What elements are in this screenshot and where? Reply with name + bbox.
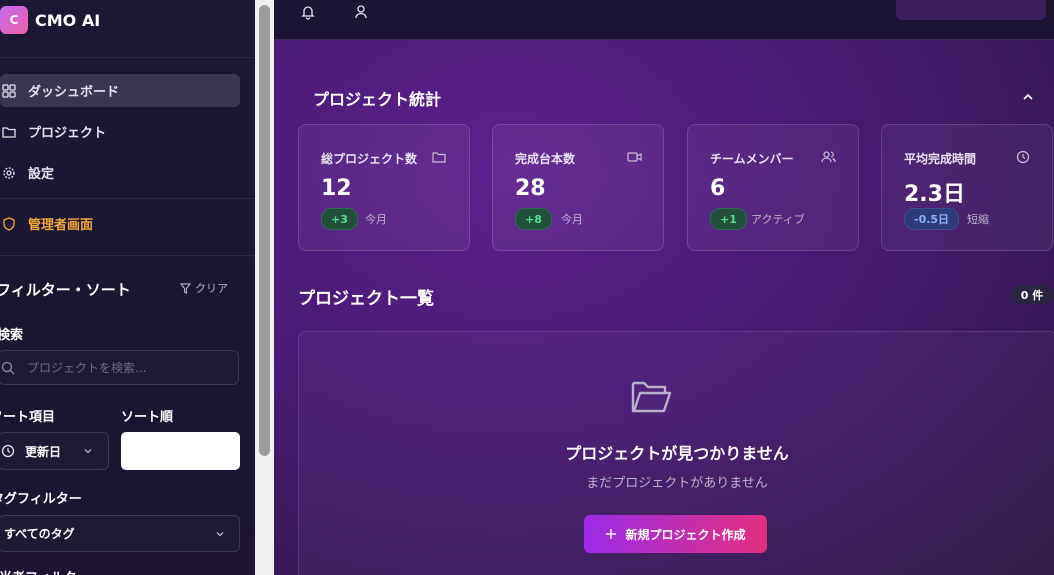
search-placeholder: プロジェクトを検索... — [27, 361, 147, 375]
stat-card-team-members: チームメンバー 6 +1 アクティブ — [687, 124, 859, 251]
stat-sub: 今月 — [365, 213, 387, 226]
scrollbar-thumb[interactable] — [259, 5, 270, 456]
stat-card-completed-scripts: 完成台本数 28 +8 今月 — [492, 124, 664, 251]
nav-label: ダッシュボード — [28, 85, 120, 100]
user-icon[interactable] — [354, 4, 368, 20]
stat-title: チームメンバー — [710, 152, 794, 166]
bell-icon[interactable] — [301, 4, 315, 20]
clock-icon — [1, 444, 15, 458]
stat-value: 6 — [710, 176, 726, 201]
divider — [0, 255, 255, 256]
chevron-down-icon — [84, 449, 92, 454]
new-project-button[interactable]: 新規プロジェクト作成 — [584, 515, 767, 553]
search-icon — [1, 361, 15, 374]
sidebar: C CMO AI ダッシュボード プロジェクト 設定 管理者画面 フィルター・ソ… — [0, 0, 255, 575]
folder-open-icon — [631, 381, 672, 413]
search-input[interactable]: プロジェクトを検索... — [0, 350, 239, 385]
stats-title: プロジェクト統計 — [313, 90, 442, 109]
header-button[interactable] — [896, 0, 1046, 20]
clear-label: クリア — [195, 282, 228, 295]
logo-badge: C — [0, 6, 28, 34]
nav-label: 設定 — [28, 167, 55, 182]
tag-filter-label: タグフィルター — [0, 492, 82, 507]
sort-item-select[interactable]: 更新日 — [0, 432, 109, 470]
sort-order-label: ソート順 — [121, 410, 174, 425]
project-count-badge: 0 件 — [1010, 285, 1054, 304]
stat-sub: アクティブ — [751, 213, 805, 226]
nav-item-dashboard[interactable]: ダッシュボード — [0, 74, 240, 107]
divider — [0, 57, 255, 58]
filter-title: フィルター・ソート — [0, 281, 131, 299]
nav-label: プロジェクト — [28, 126, 107, 141]
stat-title: 平均完成時間 — [904, 152, 977, 166]
stat-badge: +8 — [515, 208, 552, 230]
shield-icon — [3, 216, 15, 231]
admin-label: 管理者画面 — [28, 218, 94, 233]
stat-badge: -0.5日 — [904, 208, 960, 230]
nav-item-projects[interactable]: プロジェクト — [0, 115, 240, 148]
clear-button[interactable]: クリア — [180, 280, 228, 296]
stat-title: 総プロジェクト数 — [321, 152, 418, 166]
sort-item-value: 更新日 — [25, 444, 62, 459]
gear-icon — [3, 166, 15, 179]
stat-title: 完成台本数 — [515, 152, 576, 166]
stat-badge: +3 — [321, 208, 358, 230]
empty-subtitle: まだプロジェクトがありません — [586, 476, 768, 491]
top-bar — [274, 0, 1054, 40]
project-list-title: プロジェクト一覧 — [298, 289, 434, 309]
tag-filter-select[interactable]: すべてのタグ — [0, 515, 240, 552]
folder-icon — [2, 126, 16, 138]
chevron-up-icon[interactable] — [1021, 90, 1035, 104]
stat-card-avg-completion: 平均完成時間 2.3日 -0.5日 短縮 — [881, 124, 1053, 251]
chevron-down-icon — [216, 531, 224, 536]
grid-icon — [2, 83, 16, 98]
sort-order-select[interactable] — [121, 432, 240, 470]
main-content: プロジェクト統計 総プロジェクト数 12 +3 今月 完成台本数 28 +8 今… — [274, 0, 1054, 575]
stat-badge: +1 — [710, 208, 747, 230]
stat-value: 2.3日 — [904, 182, 965, 207]
stat-value: 12 — [321, 176, 352, 201]
sort-item-label: ソート項目 — [0, 410, 56, 425]
stat-value: 28 — [515, 176, 546, 201]
empty-state: プロジェクトが見つかりません まだプロジェクトがありません 新規プロジェクト作成 — [298, 331, 1054, 575]
divider — [0, 198, 255, 199]
folder-icon — [432, 152, 446, 163]
users-icon — [821, 151, 836, 163]
tag-filter-value: すべてのタグ — [4, 527, 75, 541]
assignee-filter-label: 担当者フィルター — [0, 567, 90, 575]
clock-icon — [1016, 150, 1030, 164]
stat-sub: 今月 — [561, 213, 583, 226]
new-project-label: 新規プロジェクト作成 — [625, 527, 746, 542]
empty-title: プロジェクトが見つかりません — [565, 444, 789, 463]
video-icon — [627, 152, 642, 162]
nav-item-settings[interactable]: 設定 — [0, 156, 240, 189]
stat-card-total-projects: 総プロジェクト数 12 +3 今月 — [298, 124, 470, 251]
search-label: 検索 — [0, 328, 24, 343]
plus-icon — [606, 529, 617, 539]
nav-item-admin[interactable]: 管理者画面 — [0, 207, 240, 240]
stat-sub: 短縮 — [967, 213, 989, 226]
filter-icon — [180, 282, 191, 294]
app-name: CMO AI — [35, 10, 101, 30]
logo[interactable]: C CMO AI — [0, 6, 100, 34]
